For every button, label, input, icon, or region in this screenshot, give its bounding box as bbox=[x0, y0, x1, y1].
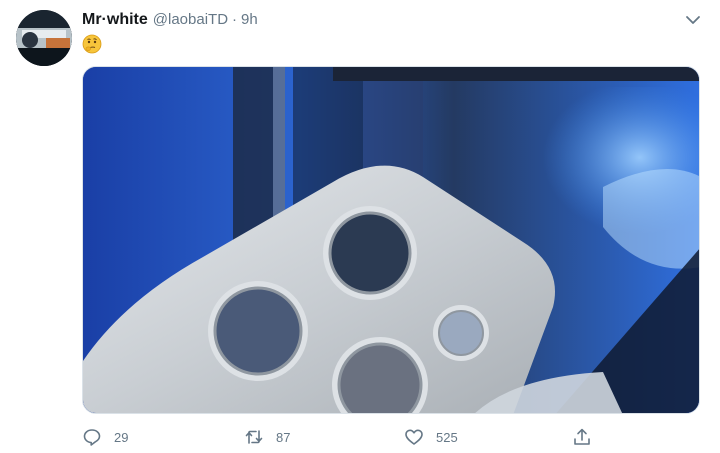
tweet-actions: 29 87 525 bbox=[82, 426, 602, 450]
tweet-header: Mr·white @laobaiTD · 9h bbox=[82, 11, 258, 33]
display-name[interactable]: Mr·white bbox=[82, 11, 148, 29]
timestamp[interactable]: 9h bbox=[241, 11, 258, 28]
avatar[interactable] bbox=[16, 10, 72, 66]
share-icon bbox=[572, 427, 592, 447]
phone-case-photo bbox=[83, 67, 699, 413]
retweet-icon bbox=[244, 427, 264, 447]
like-button[interactable]: 525 bbox=[404, 426, 458, 448]
reply-button[interactable]: 29 bbox=[82, 426, 128, 448]
user-handle[interactable]: @laobaiTD bbox=[153, 11, 228, 28]
like-count: 525 bbox=[436, 429, 458, 445]
reply-count: 29 bbox=[114, 429, 129, 445]
share-button[interactable] bbox=[572, 426, 592, 448]
tweet-card[interactable]: Mr·white @laobaiTD · 9h 29 87 525 bbox=[0, 0, 720, 453]
heart-icon bbox=[404, 427, 424, 447]
reply-icon bbox=[82, 427, 102, 447]
chevron-down-icon[interactable] bbox=[684, 11, 702, 29]
retweet-count: 87 bbox=[276, 429, 291, 445]
thinking-face-emoji bbox=[82, 34, 102, 54]
tweet-media-image[interactable] bbox=[82, 66, 700, 414]
avatar-image bbox=[16, 10, 72, 66]
retweet-button[interactable]: 87 bbox=[244, 426, 290, 448]
separator-dot: · bbox=[232, 11, 238, 28]
